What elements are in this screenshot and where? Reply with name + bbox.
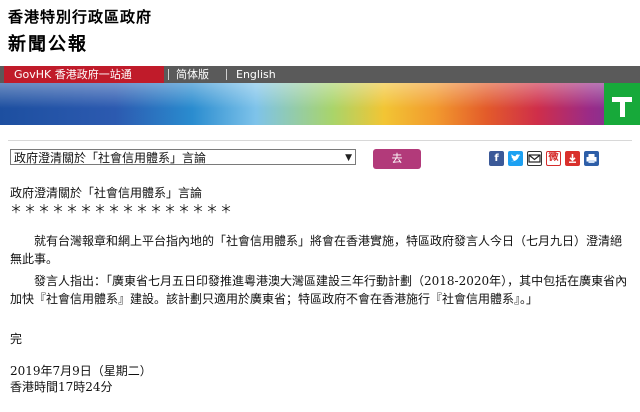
nav-divider — [226, 69, 227, 80]
article-subject: 政府澄清關於「社會信用體系」言論 — [10, 186, 203, 200]
email-icon[interactable] — [527, 151, 542, 166]
top-nav-bar: GovHK 香港政府一站通 简体版 English — [0, 66, 640, 83]
release-time: 香港時間17時24分 — [10, 380, 113, 394]
government-title: 香港特別行政區政府 — [8, 8, 153, 26]
facebook-icon[interactable]: f — [489, 151, 504, 166]
press-release-title: 新聞公報 — [8, 34, 88, 55]
weibo-icon[interactable]: 微 — [546, 151, 561, 166]
govhk-link[interactable]: GovHK 香港政府一站通 — [4, 66, 164, 83]
go-button[interactable]: 去 — [373, 149, 421, 169]
section-divider — [8, 140, 632, 141]
download-icon[interactable] — [565, 151, 580, 166]
nav-divider — [168, 69, 169, 80]
simplified-chinese-link[interactable]: 简体版 — [176, 66, 209, 83]
twitter-icon[interactable] — [508, 151, 523, 166]
article-paragraph: 就有台灣報章和網上平台指內地的「社會信用體系」將會在香港實施，特區政府發言人今日… — [10, 234, 623, 266]
dropdown-arrow-icon: ▼ — [345, 153, 352, 163]
subject-underline-stars: ＊＊＊＊＊＊＊＊＊＊＊＊＊＊＊＊ — [10, 202, 235, 216]
press-release-select[interactable]: 政府澄清關於「社會信用體系」言論 ▼ — [10, 149, 356, 165]
print-icon[interactable] — [584, 151, 599, 166]
article-end-mark: 完 — [10, 332, 23, 346]
share-icons: f 微 — [489, 151, 601, 167]
banner-sheen — [0, 83, 640, 125]
article-paragraph: 發言人指出：「廣東省七月五日印發推進粵港澳大灣區建設三年行動計劃（2018-20… — [10, 274, 628, 306]
release-date: 2019年7月9日（星期二） — [10, 364, 152, 378]
banner-mark — [620, 97, 625, 117]
select-value: 政府澄清關於「社會信用體系」言論 — [14, 151, 207, 165]
site-header: 香港特別行政區政府 新聞公報 — [0, 0, 640, 64]
english-link[interactable]: English — [236, 66, 276, 83]
header-banner — [0, 83, 640, 125]
